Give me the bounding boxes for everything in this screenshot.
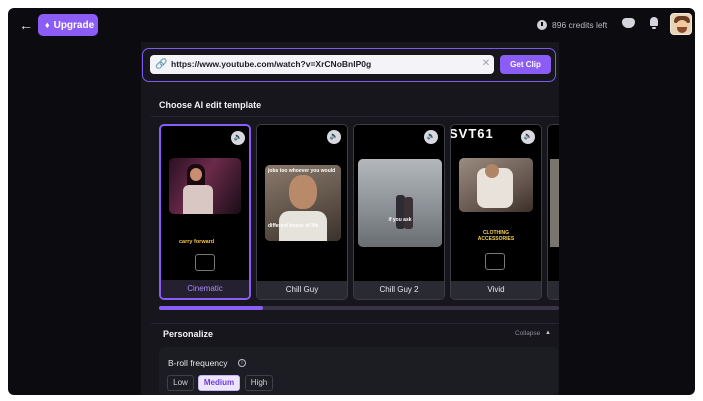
info-icon[interactable]: i [238,359,246,367]
template-caption-bottom: different boxes of life [268,223,319,229]
template-label [548,281,559,299]
divider [151,116,559,117]
template-card-vivid[interactable]: SVT61 🔈 CLOTHING ACCESSORIES Vivid [450,124,542,300]
speaker-mute-icon[interactable]: 🔈 [424,130,438,144]
app-window: ← ♦ Upgrade 896 credits left 🔗 https://w… [8,8,695,395]
template-carousel: 🔈 carry forward Cinematic 🔈 jobs too who… [159,124,559,300]
template-card-chill-guy[interactable]: 🔈 jobs too whoever you would different b… [256,124,348,300]
template-caption: if you ask [388,217,412,223]
speaker-mute-icon[interactable]: 🔈 [231,131,245,145]
template-label: Chill Guy [257,281,347,299]
credits-text: 896 credits left [552,20,608,30]
broll-option-low[interactable]: Low [167,375,194,391]
template-card-partial[interactable] [547,124,559,300]
discord-icon[interactable] [622,18,635,28]
collapse-link[interactable]: Collapse [515,330,540,337]
url-bar: 🔗 https://www.youtube.com/watch?v=XrCNoB… [142,48,556,82]
template-thumbnail [459,158,533,212]
template-card-chill-guy-2[interactable]: 🔈 if you ask Chill Guy 2 [353,124,445,300]
url-text: https://www.youtube.com/watch?v=XrCNoBnl… [171,59,372,69]
template-thumbnail: if you ask [358,159,442,247]
template-label: Chill Guy 2 [354,281,444,299]
bell-icon[interactable] [649,17,659,29]
upgrade-button[interactable]: ♦ Upgrade [38,14,98,36]
clock-icon [537,20,547,30]
template-section-title: Choose AI edit template [159,100,262,110]
speaker-mute-icon[interactable]: 🔈 [327,130,341,144]
back-arrow-icon[interactable]: ← [16,15,36,35]
broll-label: B-roll frequency [168,358,228,368]
clear-icon[interactable]: ✕ [480,58,492,70]
personalize-title: Personalize [163,329,214,339]
template-thumbnail: jobs too whoever you would different box… [265,165,341,241]
template-caption-top: jobs too whoever you would [268,168,336,174]
credits-indicator: 896 credits left [537,18,607,32]
get-clip-button[interactable]: Get Clip [500,55,551,74]
main-panel: 🔗 https://www.youtube.com/watch?v=XrCNoB… [141,42,559,395]
frame-box [195,254,215,271]
speaker-mute-icon[interactable]: 🔈 [521,130,535,144]
personalize-panel: B-roll frequency i Low Medium High [159,347,558,395]
avatar[interactable] [670,13,692,35]
broll-option-high[interactable]: High [245,375,273,391]
link-icon: 🔗 [155,59,168,70]
divider [151,323,559,324]
url-input[interactable]: 🔗 https://www.youtube.com/watch?v=XrCNoB… [150,55,494,74]
template-overlay-text: SVT61 [450,126,494,141]
upgrade-label: Upgrade [53,19,95,31]
carousel-scrollbar[interactable] [159,306,559,310]
scrollbar-thumb[interactable] [159,306,263,310]
top-bar: ← ♦ Upgrade 896 credits left [8,8,695,42]
template-caption: CLOTHING ACCESSORIES [477,230,515,242]
template-thumbnail [169,158,241,214]
template-caption: carry forward [179,239,215,245]
template-label: Cinematic [161,280,249,298]
chevron-up-icon[interactable]: ▲ [545,330,551,336]
broll-option-medium[interactable]: Medium [198,375,240,391]
template-label: Vivid [451,281,541,299]
frame-box [485,253,505,270]
gem-icon: ♦ [45,20,50,30]
template-card-cinematic[interactable]: 🔈 carry forward Cinematic [159,124,251,300]
